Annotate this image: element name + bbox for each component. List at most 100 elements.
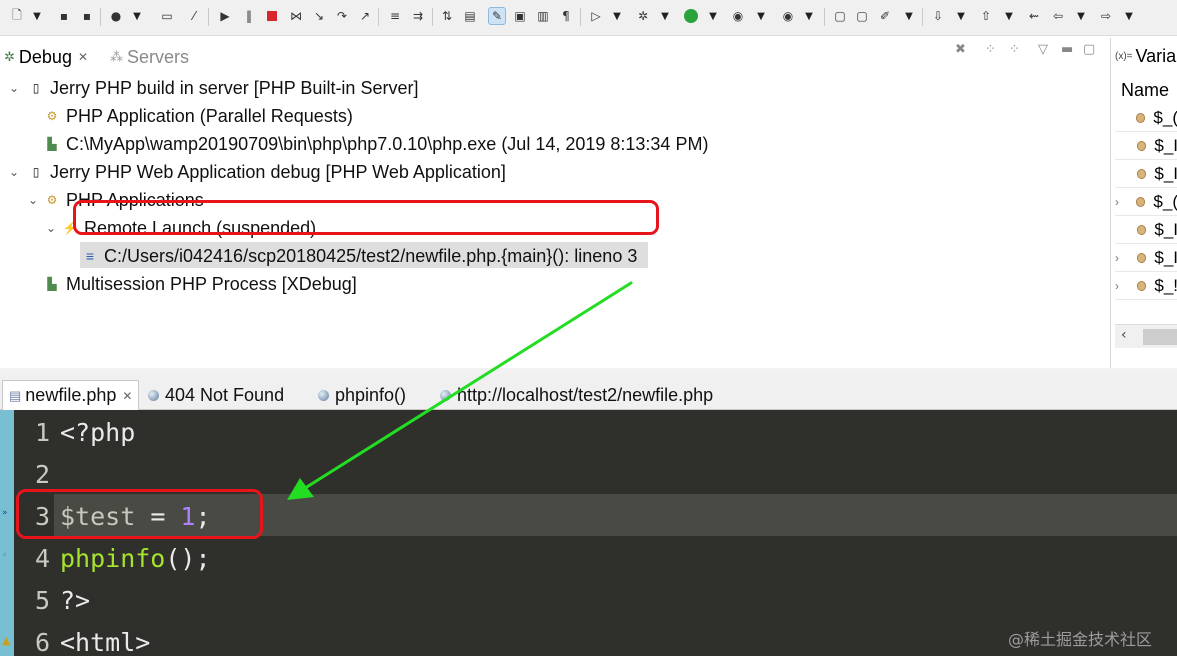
tab-debug[interactable]: ✲ Debug ✕: [4, 44, 88, 70]
forward-icon[interactable]: ⇨: [1097, 7, 1115, 25]
terminate-icon[interactable]: [263, 7, 281, 25]
console-icon[interactable]: ▭: [158, 7, 176, 25]
variable-row[interactable]: › $_I: [1115, 244, 1177, 272]
suspend-icon[interactable]: ‖: [240, 7, 258, 25]
back-dropdown-icon[interactable]: ▼: [1076, 7, 1086, 25]
stack-frame-icon: ≡: [85, 248, 95, 264]
next-annotation-dropdown-icon[interactable]: ▼: [956, 7, 966, 25]
line-number: 5: [34, 586, 50, 615]
toggle-mark-icon[interactable]: ⇅: [438, 7, 456, 25]
disconnect-icon[interactable]: ⋈: [287, 7, 305, 25]
show-paragraph-icon[interactable]: ¶: [557, 7, 575, 25]
step-into-icon[interactable]: ↘: [310, 7, 328, 25]
tab-404-not-found[interactable]: 404 Not Found: [142, 380, 290, 410]
tab-phpinfo[interactable]: phpinfo(): [312, 380, 412, 410]
chevron-down-icon[interactable]: ⌄: [9, 81, 19, 95]
tab-servers[interactable]: ⁂ Servers: [110, 44, 189, 70]
debug-view-toolbar-icon[interactable]: ⁘: [985, 42, 996, 57]
run-last-dropdown-icon[interactable]: ▼: [612, 7, 622, 25]
new-folder-icon[interactable]: ▢: [831, 7, 849, 25]
last-edit-icon[interactable]: ⇜: [1025, 7, 1043, 25]
debug-bug-icon[interactable]: ✲: [634, 7, 652, 25]
launch-config-icon: ▯: [32, 165, 40, 179]
tree-item-php-exe-process[interactable]: ▙ C:\MyApp\wamp20190709\bin\php\php7.0.1…: [44, 131, 708, 157]
remove-all-terminated-icon[interactable]: ✖: [955, 42, 966, 57]
search-dropdown-icon[interactable]: ▼: [904, 7, 914, 25]
prev-annotation-icon[interactable]: ⇧: [977, 7, 995, 25]
search-tool-icon[interactable]: ✐: [876, 7, 894, 25]
horizontal-scrollbar[interactable]: ‹: [1115, 324, 1177, 348]
forward-dropdown-icon[interactable]: ▼: [1124, 7, 1134, 25]
user-icon[interactable]: ●: [107, 7, 125, 25]
prev-annotation-dropdown-icon[interactable]: ▼: [1004, 7, 1014, 25]
scrollbar-thumb[interactable]: [1143, 329, 1177, 345]
column-header-name[interactable]: Name: [1121, 80, 1169, 101]
close-icon[interactable]: ✕: [122, 389, 132, 403]
close-icon[interactable]: ✕: [78, 50, 88, 64]
chevron-down-icon[interactable]: ⌄: [46, 221, 56, 235]
chevron-down-icon[interactable]: ⌄: [28, 193, 38, 207]
step-return-icon[interactable]: ↗: [356, 7, 374, 25]
variable-icon: [1136, 252, 1147, 263]
resume-icon[interactable]: ▶: [216, 7, 234, 25]
tab-localhost-url[interactable]: http://localhost/test2/newfile.php: [434, 380, 719, 410]
save-all-icon[interactable]: ▪: [78, 7, 96, 25]
chevron-right-icon[interactable]: ›: [1115, 195, 1128, 209]
minimize-icon[interactable]: ▬: [1061, 42, 1073, 57]
variable-row[interactable]: $_I: [1115, 216, 1177, 244]
variable-row[interactable]: $_I: [1115, 132, 1177, 160]
variable-row[interactable]: $_(: [1115, 104, 1177, 132]
annotation-ruler[interactable]: [0, 410, 14, 656]
tree-item-stack-frame[interactable]: ≡ C:/Users/i042416/scp20180425/test2/new…: [82, 243, 637, 269]
variable-row[interactable]: › $_(: [1115, 188, 1177, 216]
maximize-icon[interactable]: ▢: [1083, 42, 1095, 57]
open-folder-icon[interactable]: ▢: [853, 7, 871, 25]
debug-view-toolbar-2-icon[interactable]: ⁘: [1009, 42, 1020, 57]
next-annotation-icon[interactable]: ⇩: [929, 7, 947, 25]
external-tools-dropdown-icon[interactable]: ▼: [804, 7, 814, 25]
chevron-right-icon[interactable]: ›: [1115, 279, 1129, 293]
run-last-icon[interactable]: ▷: [587, 7, 605, 25]
user-dropdown-icon[interactable]: ▼: [132, 7, 142, 25]
debug-view-tabs: ✲ Debug ✕ ⁂ Servers ✖ ⁘ ⁘ ▽ ▬ ▢: [0, 38, 1108, 72]
tab-newfile-php[interactable]: ▤ newfile.php ✕: [2, 380, 140, 410]
debug-dropdown-icon[interactable]: ▼: [660, 7, 670, 25]
annotation-highlight-box: [16, 489, 263, 539]
new-dropdown-icon[interactable]: ▼: [32, 7, 42, 25]
run-dropdown-icon[interactable]: ▼: [708, 7, 718, 25]
back-icon[interactable]: ⇦: [1049, 7, 1067, 25]
external-tools-icon[interactable]: ◉: [779, 7, 797, 25]
php-app-icon: ⚙: [46, 109, 58, 123]
toggle-highlight-icon[interactable]: ✎: [488, 7, 506, 25]
variable-row[interactable]: › $_!: [1115, 272, 1177, 300]
code-line: <?php: [60, 418, 136, 447]
chevron-down-icon[interactable]: ⌄: [9, 165, 19, 179]
tree-item-php-app-parallel[interactable]: ⚙ PHP Application (Parallel Requests): [44, 103, 353, 129]
scroll-left-icon[interactable]: ‹: [1121, 327, 1127, 343]
block-selection-icon[interactable]: ▣: [511, 7, 529, 25]
drop-to-frame-icon[interactable]: ≡: [386, 7, 404, 25]
step-over-icon[interactable]: ↷: [333, 7, 351, 25]
variable-icon: [1136, 112, 1146, 123]
save-icon[interactable]: ▪: [55, 7, 73, 25]
coverage-dropdown-icon[interactable]: ▼: [756, 7, 766, 25]
chevron-right-icon[interactable]: ›: [1115, 251, 1129, 265]
breakpoint-icon[interactable]: ◦: [2, 551, 7, 561]
tree-item-builtin-server[interactable]: ▯ Jerry PHP build in server [PHP Built-i…: [28, 75, 419, 101]
browser-icon: [148, 389, 159, 401]
variable-row[interactable]: $_I: [1115, 160, 1177, 188]
variables-view: (x)= Varial Name $_( $_I $_I › $_( $_I › $…: [1110, 38, 1177, 368]
use-step-filters-icon[interactable]: ⇉: [409, 7, 427, 25]
show-whitespace-icon[interactable]: ▥: [534, 7, 552, 25]
browser-icon: [318, 389, 329, 401]
new-icon[interactable]: 🗋: [8, 7, 26, 25]
php-file-icon: ▤: [9, 387, 22, 403]
skip-breakpoints-icon[interactable]: ⁄: [185, 7, 203, 25]
run-icon[interactable]: [682, 7, 700, 25]
open-type-icon[interactable]: ▤: [461, 7, 479, 25]
tree-item-multisession-process[interactable]: ▙ Multisession PHP Process [XDebug]: [44, 271, 356, 297]
view-menu-icon[interactable]: ▽: [1038, 42, 1048, 57]
tree-item-web-app-debug[interactable]: ▯ Jerry PHP Web Application debug [PHP W…: [28, 159, 506, 185]
coverage-icon[interactable]: ◉: [729, 7, 747, 25]
tab-variables[interactable]: (x)= Varial: [1115, 46, 1177, 67]
